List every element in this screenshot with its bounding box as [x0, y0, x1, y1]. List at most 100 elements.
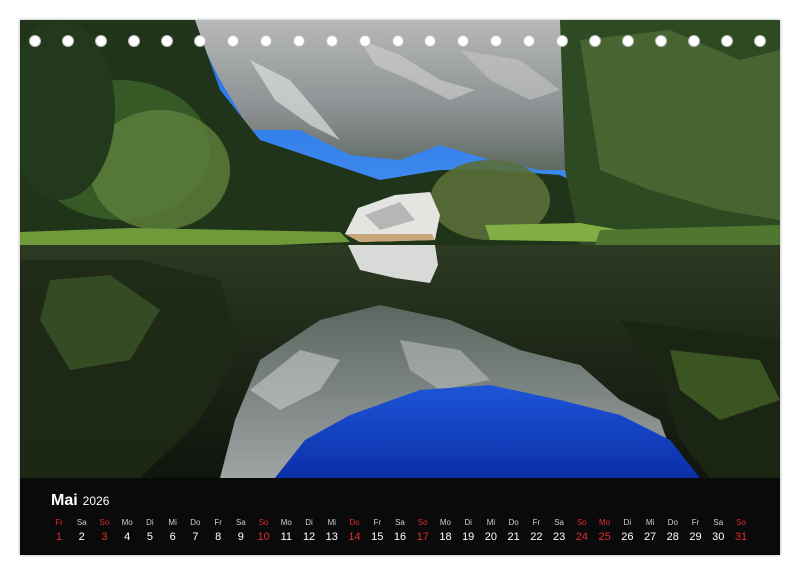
day-cell: So 10: [252, 518, 276, 544]
binding-hole: [160, 35, 173, 47]
weekday-label: So: [417, 518, 428, 527]
month-name: Mai: [51, 492, 78, 509]
day-number: 18: [439, 531, 452, 543]
day-cell: Fr 1: [47, 518, 71, 544]
day-number: 26: [621, 531, 634, 543]
day-number: 20: [484, 531, 498, 543]
weekday-label: Di: [623, 518, 632, 527]
day-cell: Di 5: [138, 518, 162, 544]
binding-hole: [490, 35, 503, 47]
day-number: 22: [530, 531, 543, 543]
binding-hole: [589, 35, 602, 47]
day-number: 5: [146, 531, 153, 543]
day-cell: Do 14: [343, 518, 367, 544]
day-cell: Di 12: [297, 518, 321, 544]
weekday-label: Do: [667, 518, 678, 527]
binding-hole: [94, 35, 107, 47]
weekday-label: So: [736, 518, 746, 527]
day-number: 8: [215, 531, 222, 543]
weekday-label: Fr: [214, 518, 222, 527]
day-cell: Sa 2: [70, 518, 94, 544]
binding-hole: [754, 35, 766, 47]
day-cell: Mo 11: [274, 518, 298, 544]
day-number: 13: [325, 531, 338, 543]
day-cell: Fr 8: [206, 518, 230, 544]
day-number: 9: [237, 531, 244, 543]
weekday-label: Di: [464, 518, 472, 527]
day-cell: Sa 16: [388, 518, 412, 544]
day-number: 2: [78, 531, 85, 543]
weekday-label: Mo: [599, 518, 611, 527]
weekday-label: Sa: [554, 518, 565, 527]
weekday-label: Di: [146, 518, 154, 527]
binding-hole: [127, 35, 140, 47]
weekday-label: So: [258, 518, 269, 527]
binding-hole: [226, 35, 239, 47]
day-number: 10: [257, 531, 270, 543]
day-number: 31: [734, 531, 748, 543]
day-number: 4: [124, 531, 131, 543]
day-cell: Sa 9: [229, 518, 253, 544]
day-row: Fr 1 Sa 2 So 3 Mo 4 Di 5 Mi 6 Do 7 Fr 8 Sa 9 So 10 Mo 11 Di 12 M…: [20, 518, 780, 548]
binding-hole: [556, 35, 569, 47]
weekday-label: Sa: [713, 518, 724, 527]
day-cell: Mi 13: [320, 518, 344, 544]
day-number: 25: [598, 531, 611, 543]
day-number: 15: [371, 531, 384, 543]
day-cell: Mi 6: [161, 518, 185, 544]
weekday-label: Mi: [486, 518, 496, 527]
binding-hole: [457, 35, 470, 47]
day-cell: Fr 15: [365, 518, 389, 544]
binding-hole: [61, 35, 74, 47]
weekday-label: So: [576, 518, 587, 527]
day-cell: Fr 29: [684, 518, 708, 544]
day-number: 1: [55, 531, 63, 543]
binding-hole: [259, 35, 272, 47]
binding-hole: [29, 35, 41, 47]
weekday-label: Mo: [280, 518, 292, 527]
weekday-label: Mo: [121, 518, 133, 527]
day-cell: So 3: [92, 518, 116, 544]
day-number: 27: [643, 531, 657, 543]
day-number: 16: [393, 531, 407, 543]
binding-holes: [20, 35, 780, 49]
day-number: 24: [575, 531, 588, 543]
weekday-label: Mi: [645, 518, 655, 527]
binding-hole: [391, 35, 404, 47]
day-cell: So 17: [411, 518, 435, 544]
day-number: 30: [712, 531, 725, 543]
day-number: 3: [101, 531, 108, 543]
day-cell: Mo 4: [115, 518, 139, 544]
day-number: 11: [280, 531, 293, 543]
weekday-label: Do: [508, 518, 519, 527]
day-number: 7: [192, 531, 199, 543]
weekday-label: Do: [190, 518, 201, 527]
weekday-label: Di: [305, 518, 313, 527]
weekday-label: Sa: [235, 518, 246, 527]
weekday-label: Mi: [327, 518, 337, 527]
day-cell: Di 19: [456, 518, 480, 544]
day-number: 12: [302, 531, 316, 543]
weekday-label: Fr: [55, 518, 63, 527]
weekday-label: Fr: [373, 518, 382, 527]
day-number: 14: [348, 531, 361, 543]
day-cell: So 24: [570, 518, 594, 544]
binding-hole: [325, 35, 338, 47]
day-cell: Fr 22: [524, 518, 548, 544]
binding-hole: [424, 35, 437, 47]
weekday-label: Sa: [76, 518, 87, 527]
binding-hole: [688, 35, 701, 47]
day-number: 29: [689, 531, 702, 543]
day-cell: Mo 18: [433, 518, 457, 544]
weekday-label: Sa: [395, 518, 405, 527]
day-cell: Sa 23: [547, 518, 571, 544]
weekday-label: So: [99, 518, 110, 527]
weekday-label: Fr: [532, 518, 541, 527]
binding-hole: [292, 35, 305, 47]
day-cell: Sa 30: [706, 518, 730, 544]
day-cell: Mi 27: [638, 518, 662, 544]
day-number: 17: [416, 531, 429, 543]
binding-hole: [358, 35, 371, 47]
binding-hole: [655, 35, 668, 47]
day-cell: Do 21: [502, 518, 526, 544]
